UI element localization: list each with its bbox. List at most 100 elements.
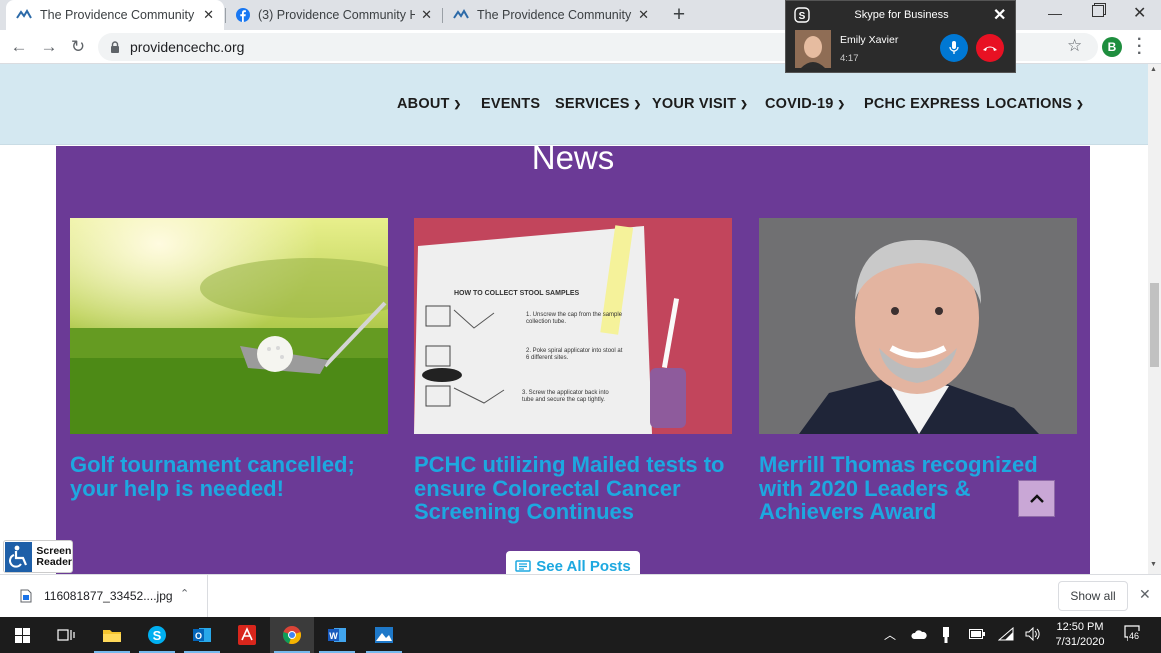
nav-covid-19[interactable]: COVID-19 ❯ bbox=[765, 96, 845, 112]
tab-providence-1[interactable]: The Providence Community Heal ✕ bbox=[6, 0, 224, 30]
stool-step-3: 3. Screw the applicator back into tube a… bbox=[522, 390, 609, 403]
chrome-icon[interactable] bbox=[270, 617, 314, 653]
battery-icon[interactable] bbox=[969, 629, 985, 639]
minimize-window-button[interactable]: — bbox=[1048, 5, 1062, 21]
caller-avatar bbox=[795, 30, 831, 68]
notification-count-badge: 46 bbox=[1128, 631, 1141, 641]
photos-icon[interactable] bbox=[362, 617, 406, 653]
word-icon[interactable]: W bbox=[315, 617, 359, 653]
show-all-downloads-button[interactable]: Show all bbox=[1058, 581, 1128, 611]
pchc-favicon-icon bbox=[16, 9, 32, 19]
task-view-icon[interactable] bbox=[44, 617, 88, 653]
screen-reader-label-1: Screen bbox=[36, 544, 72, 557]
newspaper-icon bbox=[515, 560, 531, 572]
mute-microphone-button[interactable] bbox=[940, 34, 968, 62]
screen-reader-label-2: Reader bbox=[36, 555, 72, 568]
wifi-icon[interactable] bbox=[998, 627, 1014, 641]
nav-services[interactable]: SERVICES ❯ bbox=[555, 96, 641, 112]
tab-facebook[interactable]: (3) Providence Community Healt ✕ bbox=[226, 0, 442, 30]
profile-avatar[interactable]: B bbox=[1102, 37, 1122, 57]
accessibility-wheelchair-icon bbox=[5, 541, 33, 572]
lock-icon bbox=[111, 41, 119, 53]
nav-about[interactable]: ABOUT ❯ bbox=[397, 96, 461, 112]
file-explorer-icon[interactable] bbox=[90, 617, 134, 653]
see-all-posts-label: See All Posts bbox=[536, 557, 631, 575]
stool-sample-instructions-image[interactable]: HOW TO COLLECT STOOL SAMPLES 1. Unscrew … bbox=[414, 218, 732, 434]
tab-close-icon[interactable]: ✕ bbox=[421, 7, 432, 23]
windows-start-icon[interactable] bbox=[0, 617, 44, 653]
windows-taskbar: S O W ︿ 12:50 PM 7/31/2020 46 bbox=[0, 617, 1161, 653]
taskbar-clock-date[interactable]: 7/31/2020 bbox=[1050, 635, 1110, 650]
taskbar-clock-time[interactable]: 12:50 PM bbox=[1050, 620, 1110, 635]
nav-pchc-express[interactable]: PCHC EXPRESS bbox=[864, 96, 980, 112]
tab-close-icon[interactable]: ✕ bbox=[638, 7, 649, 23]
forward-arrow-icon[interactable]: → bbox=[36, 34, 62, 60]
stool-step-2: 2. Poke spiral applicator into stool at … bbox=[526, 348, 623, 361]
golf-image[interactable] bbox=[70, 218, 388, 434]
volume-icon[interactable] bbox=[1025, 627, 1041, 641]
skype-call-window: S Skype for Business ✕ Emily Xavier 4:17 bbox=[785, 0, 1016, 73]
download-shelf: 116081877_33452....jpg ⌃ Show all ✕ bbox=[0, 574, 1161, 617]
reload-icon[interactable]: ↻ bbox=[65, 34, 91, 60]
tab-title: The Providence Community Heal bbox=[477, 8, 632, 22]
nav-events[interactable]: EVENTS bbox=[481, 96, 540, 112]
tab-title: (3) Providence Community Healt bbox=[258, 8, 416, 22]
site-navigation: ABOUT ❯ EVENTS SERVICES ❯ YOUR VISIT ❯ COVI… bbox=[0, 64, 1148, 145]
download-file-name: 116081877_33452....jpg bbox=[44, 589, 173, 603]
new-tab-button[interactable]: + bbox=[668, 3, 690, 27]
pchc-favicon-icon bbox=[453, 9, 469, 19]
see-all-posts-button[interactable]: See All Posts bbox=[506, 551, 640, 574]
close-download-shelf-icon[interactable]: ✕ bbox=[1139, 586, 1151, 603]
screen-reader-button[interactable]: Screen Reader bbox=[3, 540, 73, 573]
chevron-down-icon: ❯ bbox=[837, 98, 846, 109]
skype-window-title: Skype for Business bbox=[854, 9, 949, 21]
scroll-down-arrow-icon[interactable]: ▼ bbox=[1150, 561, 1157, 568]
news-section: News Golf tournament cancelled; your hel… bbox=[56, 146, 1090, 574]
chevron-up-icon[interactable]: ⌃ bbox=[180, 587, 189, 600]
stool-step-1: 1. Unscrew the cap from the sample colle… bbox=[526, 312, 623, 325]
adobe-acrobat-icon[interactable] bbox=[225, 617, 269, 653]
news-card-title-golf[interactable]: Golf tournament cancelled; your help is … bbox=[70, 453, 388, 500]
tab-close-icon[interactable]: ✕ bbox=[203, 7, 214, 23]
news-card-title-colorectal[interactable]: PCHC utilizing Mailed tests to ensure Co… bbox=[414, 453, 732, 524]
chevron-down-icon: ❯ bbox=[740, 98, 748, 109]
scroll-to-top-button[interactable] bbox=[1018, 480, 1055, 517]
chevron-up-icon bbox=[1029, 494, 1044, 503]
nav-your-visit[interactable]: YOUR VISIT ❯ bbox=[652, 96, 748, 112]
caller-name: Emily Xavier bbox=[840, 34, 899, 46]
scroll-up-arrow-icon[interactable]: ▲ bbox=[1150, 66, 1157, 73]
news-heading: News bbox=[531, 146, 615, 174]
svg-text:S: S bbox=[153, 628, 162, 643]
nav-locations[interactable]: LOCATIONS ❯ bbox=[986, 96, 1084, 112]
svg-text:O: O bbox=[195, 631, 202, 641]
web-page: ABOUT ❯ EVENTS SERVICES ❯ YOUR VISIT ❯ COVI… bbox=[0, 64, 1148, 574]
show-hidden-icons-chevron-icon[interactable]: ︿ bbox=[884, 626, 896, 643]
chevron-down-icon: ❯ bbox=[633, 98, 642, 109]
call-duration: 4:17 bbox=[840, 53, 859, 64]
action-center-icon[interactable]: 46 bbox=[1122, 623, 1146, 647]
skype-taskbar-icon[interactable]: S bbox=[135, 617, 179, 653]
restore-window-button[interactable] bbox=[1092, 5, 1104, 17]
skype-close-icon[interactable]: ✕ bbox=[993, 5, 1006, 25]
tab-providence-2[interactable]: The Providence Community Heal ✕ bbox=[443, 0, 659, 30]
chevron-down-icon: ❯ bbox=[453, 98, 462, 109]
hang-up-icon bbox=[983, 46, 997, 51]
download-item[interactable]: 116081877_33452....jpg ⌃ bbox=[0, 575, 208, 617]
usb-device-icon[interactable] bbox=[942, 626, 950, 644]
onedrive-cloud-icon[interactable] bbox=[911, 629, 927, 640]
tab-title: The Providence Community Heal bbox=[40, 8, 197, 22]
url-text: providencechc.org bbox=[130, 39, 245, 55]
page-scrollbar-thumb[interactable] bbox=[1150, 283, 1159, 367]
merrill-thomas-portrait-image[interactable] bbox=[759, 218, 1077, 434]
outlook-icon[interactable]: O bbox=[180, 617, 224, 653]
svg-text:W: W bbox=[329, 631, 338, 641]
bookmark-star-icon[interactable]: ☆ bbox=[1067, 36, 1082, 56]
image-file-icon bbox=[20, 589, 32, 603]
stool-instructions-heading: HOW TO COLLECT STOOL SAMPLES bbox=[454, 290, 580, 297]
microphone-icon bbox=[949, 41, 959, 54]
browser-menu-icon[interactable]: · · · bbox=[1137, 32, 1142, 62]
chevron-down-icon: ❯ bbox=[1076, 98, 1084, 109]
end-call-button[interactable] bbox=[976, 34, 1004, 62]
close-window-button[interactable]: ✕ bbox=[1133, 3, 1146, 23]
back-arrow-icon[interactable]: ← bbox=[6, 34, 32, 60]
